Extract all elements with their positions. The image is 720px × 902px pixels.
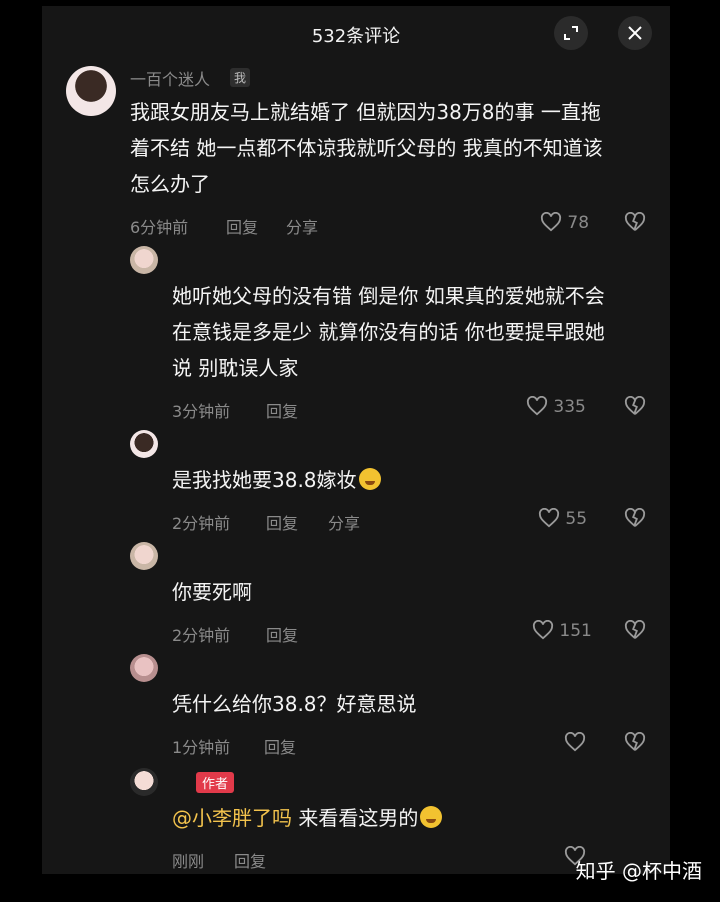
like-button[interactable]: 151 <box>532 620 592 641</box>
comment-text: @小李胖了吗 来看看这男的 <box>172 800 652 836</box>
dislike-button[interactable] <box>624 732 646 752</box>
reply-button[interactable]: 回复 <box>264 734 296 758</box>
reply-button[interactable]: 回复 <box>234 848 266 872</box>
reply-button[interactable]: 回复 <box>266 622 298 646</box>
expand-icon <box>564 26 578 40</box>
comment-text-line: 她听她父母的没有错 倒是你 如果真的爱她就不会 <box>172 284 605 308</box>
like-count: 335 <box>553 397 586 417</box>
share-button[interactable]: 分享 <box>286 214 318 238</box>
author-tag: 作者 <box>196 772 235 793</box>
comment-text: 她听她父母的没有错 倒是你 如果真的爱她就不会 在意钱是多是少 就算你没有的话 … <box>172 278 652 386</box>
heart-icon <box>526 396 548 416</box>
comment-time: 2分钟前 <box>172 514 231 533</box>
comment-text: 你要死啊 <box>172 580 252 604</box>
drooling-face-icon <box>358 468 381 490</box>
share-button[interactable]: 分享 <box>328 510 360 534</box>
comment-text-line: 说 别耽误人家 <box>172 356 299 380</box>
reply-button[interactable]: 回复 <box>226 214 258 238</box>
avatar[interactable] <box>130 768 158 796</box>
comments-panel: 532条评论 一百个迷人 我 我跟女朋友马上就结婚了 但就因为38万8的事 一直… <box>42 6 670 874</box>
heart-icon <box>540 212 562 232</box>
heart-icon <box>538 508 560 528</box>
comment-text-line: 着不结 她一点都不体谅我就听父母的 我真的不知道该 <box>130 136 603 160</box>
comment-time: 刚刚 <box>172 852 205 871</box>
dislike-button[interactable] <box>624 396 646 416</box>
comment-text-content: 是我找她要38.8嫁妆 <box>172 468 357 492</box>
comment-time: 2分钟前 <box>172 626 231 645</box>
comment-time: 3分钟前 <box>172 402 231 421</box>
like-count: 78 <box>567 213 590 233</box>
avatar[interactable] <box>130 246 158 274</box>
like-button[interactable]: 78 <box>540 212 589 233</box>
dislike-button[interactable] <box>624 212 646 232</box>
zhihu-watermark: 知乎 @杯中酒 <box>575 859 702 883</box>
avatar[interactable] <box>130 430 158 458</box>
comment-text-content: 来看看这男的 <box>292 806 419 830</box>
mention-link[interactable]: @小李胖了吗 <box>172 806 292 830</box>
heart-icon <box>564 732 586 752</box>
comment-text-line: 在意钱是多是少 就算你没有的话 你也要提早跟她 <box>172 320 605 344</box>
like-count: 151 <box>559 621 592 641</box>
reply-button[interactable]: 回复 <box>266 510 298 534</box>
broken-heart-icon <box>624 396 646 415</box>
like-button[interactable]: 335 <box>526 396 586 417</box>
heart-icon <box>532 620 554 640</box>
like-count: 55 <box>565 509 588 529</box>
broken-heart-icon <box>624 212 646 231</box>
comments-header: 532条评论 <box>42 6 670 60</box>
rolling-laughing-icon <box>420 806 443 828</box>
like-button[interactable]: 55 <box>538 508 587 529</box>
avatar[interactable] <box>130 542 158 570</box>
broken-heart-icon <box>624 508 646 527</box>
dislike-button[interactable] <box>624 620 646 640</box>
close-button[interactable] <box>618 16 652 50</box>
close-icon <box>628 26 642 40</box>
reply-button[interactable]: 回复 <box>266 398 298 422</box>
expand-button[interactable] <box>554 16 588 50</box>
comment-time: 6分钟前 <box>130 218 189 237</box>
like-button[interactable] <box>564 732 586 753</box>
comment-text: 是我找她要38.8嫁妆 <box>172 462 652 498</box>
comment-text-line: 我跟女朋友马上就结婚了 但就因为38万8的事 一直拖 <box>130 100 601 124</box>
avatar[interactable] <box>130 654 158 682</box>
comment-author[interactable]: 一百个迷人 <box>130 66 210 90</box>
comment-time: 1分钟前 <box>172 738 231 757</box>
dislike-button[interactable] <box>624 508 646 528</box>
avatar[interactable] <box>66 66 116 116</box>
broken-heart-icon <box>624 620 646 639</box>
comment-text-line: 怎么办了 <box>130 172 210 196</box>
broken-heart-icon <box>624 732 646 751</box>
comment-text: 我跟女朋友马上就结婚了 但就因为38万8的事 一直拖 着不结 她一点都不体谅我就… <box>130 94 650 202</box>
me-tag: 我 <box>230 68 251 87</box>
comment-text: 凭什么给你38.8？好意思说 <box>172 692 417 716</box>
